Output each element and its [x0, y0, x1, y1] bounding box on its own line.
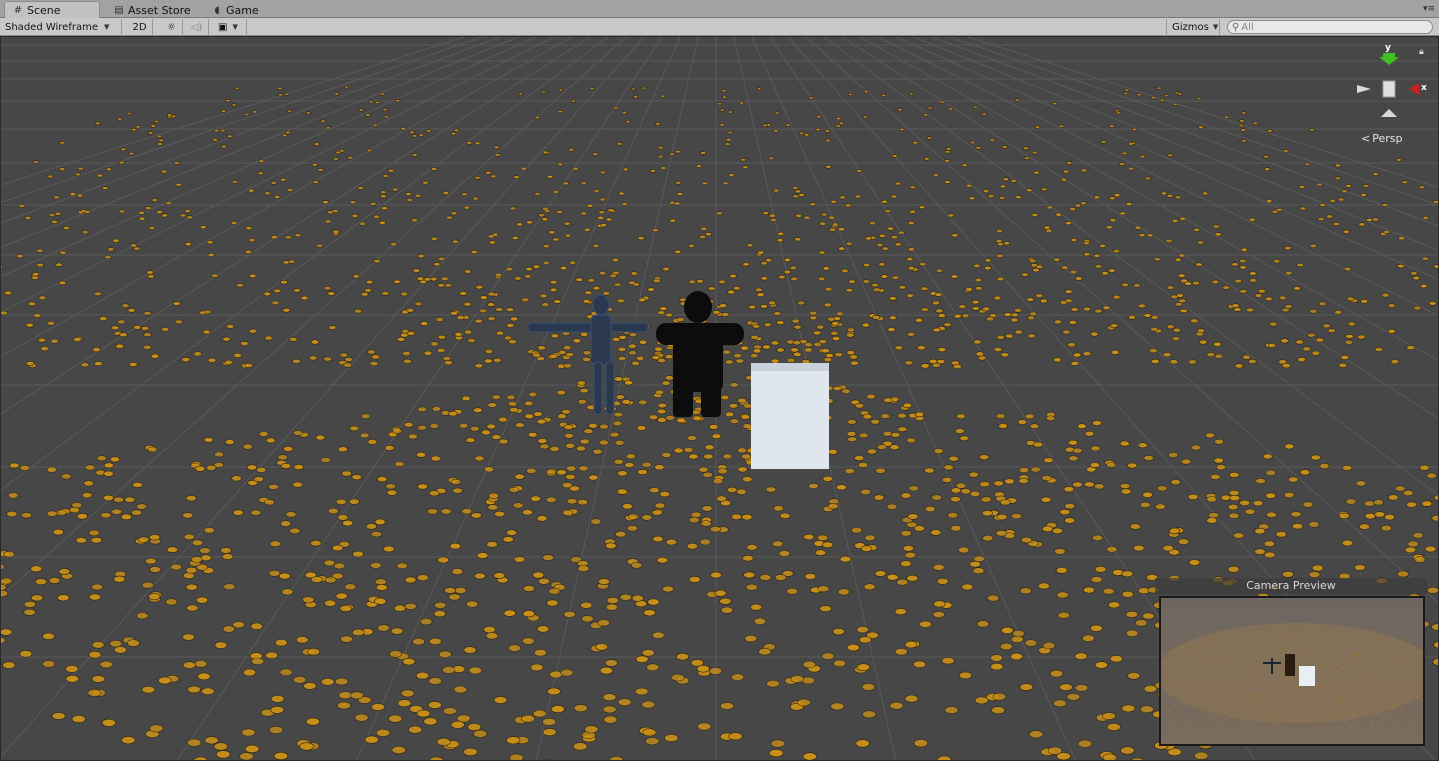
camera-preview-panel: Camera Preview	[1155, 578, 1427, 750]
white-cube[interactable]	[751, 363, 829, 469]
axis-x-label: x	[1421, 83, 1427, 93]
lighting-toggle-button[interactable]: ☼	[161, 19, 183, 35]
pacman-icon: ◖	[214, 4, 220, 16]
axis-gizmo-icon	[1357, 53, 1419, 117]
grid-icon: #	[13, 5, 23, 16]
draw-mode-dropdown[interactable]: Shaded Wireframe ▼	[0, 19, 122, 35]
effects-dropdown[interactable]: ▣ ▼	[213, 19, 247, 35]
chevron-down-icon: ▼	[103, 23, 110, 31]
camera-preview-image	[1159, 596, 1425, 746]
camera-preview-title: Camera Preview	[1155, 578, 1427, 594]
gizmos-dropdown[interactable]: Gizmos ▼	[1166, 19, 1220, 35]
orientation-gizmo[interactable]: y x	[1353, 43, 1429, 123]
chevron-left-icon: <	[1361, 132, 1371, 145]
chevron-down-icon: ▼	[1212, 23, 1219, 31]
store-icon: ▤	[114, 4, 124, 16]
search-input[interactable]: ⚲ All	[1227, 20, 1433, 34]
tab-bar: # Scene ▤ Asset Store ◖ Game ▾≡	[0, 0, 1439, 19]
tab-scene[interactable]: # Scene	[4, 1, 100, 19]
chevron-down-icon: ▼	[232, 23, 238, 31]
search-icon: ⚲	[1232, 21, 1240, 33]
projection-toggle[interactable]: < Persp	[1361, 132, 1402, 145]
tab-game-label: Game	[226, 3, 259, 17]
2d-toggle-button[interactable]: 2D	[127, 19, 153, 35]
projection-label: Persp	[1372, 132, 1403, 145]
gizmos-label: Gizmos	[1172, 21, 1209, 33]
lock-icon[interactable]: 🔒︎	[1419, 47, 1424, 57]
audio-toggle-button[interactable]: ◁)	[185, 19, 209, 35]
draw-mode-label: Shaded Wireframe	[5, 21, 98, 33]
image-icon: ▣	[218, 21, 228, 33]
axis-y-label: y	[1385, 43, 1391, 53]
tab-asset-store[interactable]: ▤ Asset Store	[106, 2, 201, 18]
tab-asset-store-label: Asset Store	[128, 3, 191, 17]
tab-game[interactable]: ◖ Game	[204, 2, 269, 18]
search-placeholder: All	[1241, 21, 1254, 33]
2d-toggle-label: 2D	[132, 21, 147, 33]
scene-viewport[interactable]: y x 🔒︎ < Persp Camera Preview	[0, 36, 1439, 761]
sun-icon: ☼	[167, 21, 176, 33]
tab-menu-icon[interactable]: ▾≡	[1423, 4, 1435, 14]
tab-scene-label: Scene	[27, 4, 61, 17]
speaker-icon: ◁)	[190, 21, 203, 33]
scene-toolbar: Shaded Wireframe ▼ 2D ☼ ◁) ▣ ▼ Gizmos ▼ …	[0, 18, 1439, 36]
